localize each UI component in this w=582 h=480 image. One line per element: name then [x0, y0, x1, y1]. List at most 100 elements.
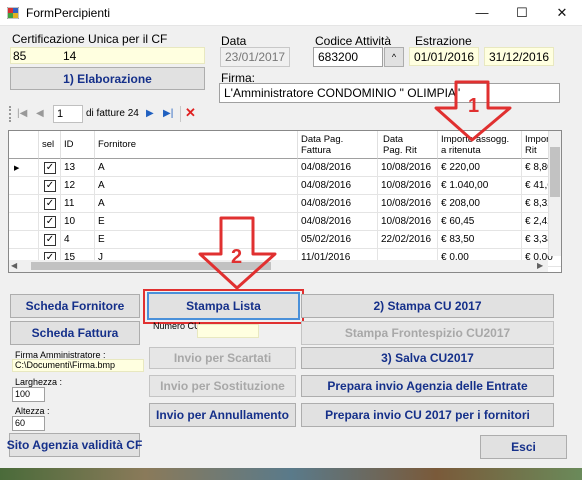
- column-header-id[interactable]: ID: [61, 131, 95, 159]
- maximize-button[interactable]: ☐: [502, 0, 542, 26]
- altezza-field[interactable]: 60: [12, 416, 45, 431]
- column-header-data-pag-rit[interactable]: Data Pag. Rit: [378, 131, 438, 159]
- annotation-number-1: 1: [468, 95, 480, 117]
- cu-label: Certificazione Unica per il CF: [12, 32, 168, 46]
- estrazione-label: Estrazione: [415, 34, 472, 48]
- cell-fornitore: A: [95, 159, 298, 177]
- chevron-up-icon: ^: [391, 52, 397, 62]
- invio-annullamento-button[interactable]: Invio per Annullamento: [149, 403, 296, 427]
- annotation-number-2: 2: [231, 246, 243, 268]
- stampa-cu-button[interactable]: 2) Stampa CU 2017: [301, 294, 554, 318]
- cell-sel[interactable]: ✓: [39, 195, 61, 213]
- grid-horizontal-scrollbar[interactable]: ◀ ▶: [9, 260, 548, 272]
- row-header: [9, 231, 39, 249]
- larghezza-label: Larghezza :: [15, 377, 63, 387]
- row-header: [9, 177, 39, 195]
- column-header-sel[interactable]: sel: [39, 131, 61, 159]
- cell-id: 4: [61, 231, 95, 249]
- data-label: Data: [221, 34, 247, 48]
- close-button[interactable]: ✕: [542, 0, 582, 26]
- cell-data-fattura: 04/08/2016: [298, 159, 378, 177]
- row-checkbox[interactable]: ✓: [44, 162, 56, 174]
- prepara-agenzia-button[interactable]: Prepara invio Agenzia delle Entrate: [301, 375, 554, 397]
- cu-value-start: 85: [13, 49, 27, 63]
- move-last-icon[interactable]: ▶|: [163, 108, 173, 119]
- scroll-thumb[interactable]: [550, 147, 560, 197]
- prepara-fornitori-button[interactable]: Prepara invio CU 2017 per i fornitori: [301, 403, 554, 427]
- cell-data-rit: 10/08/2016: [378, 159, 438, 177]
- fatture-grid[interactable]: sel ID Fornitore Data Pag. Fattura Data …: [8, 130, 562, 273]
- cell-data-fattura: 04/08/2016: [298, 213, 378, 231]
- scroll-left-icon[interactable]: ◀: [11, 261, 17, 270]
- firma-amministratore-field[interactable]: C:\Documenti\Firma.bmp: [12, 359, 144, 372]
- cell-importo: € 220,00: [438, 159, 522, 177]
- column-header-fornitore[interactable]: Fornitore: [95, 131, 298, 159]
- codice-field[interactable]: 683200: [313, 47, 383, 67]
- invio-scartati-button[interactable]: Invio per Scartati: [149, 347, 296, 369]
- row-checkbox[interactable]: ✓: [44, 198, 56, 210]
- cell-sel[interactable]: ✓: [39, 213, 61, 231]
- cell-fornitore: A: [95, 177, 298, 195]
- invio-sostituzione-button[interactable]: Invio per Sostituzione: [149, 375, 296, 397]
- cell-data-fattura: 04/08/2016: [298, 177, 378, 195]
- cell-sel[interactable]: ✓: [39, 177, 61, 195]
- cell-sel[interactable]: ✓: [39, 231, 61, 249]
- minimize-button[interactable]: —: [462, 0, 502, 26]
- record-count: di fatture 24: [86, 108, 139, 119]
- stampa-frontespizio-button[interactable]: Stampa Frontespizio CU2017: [301, 321, 554, 345]
- toolbar-separator: [180, 106, 181, 122]
- move-first-icon[interactable]: |◀: [17, 108, 27, 119]
- table-row[interactable]: ✓ 4 E 05/02/2016 22/02/2016 € 83,50 € 3,34: [9, 231, 561, 249]
- column-header-data-pag-fattura[interactable]: Data Pag. Fattura: [298, 131, 378, 159]
- cell-data-fattura: 05/02/2016: [298, 231, 378, 249]
- scheda-fattura-button[interactable]: Scheda Fattura: [10, 321, 140, 345]
- current-row-icon: ▶: [14, 165, 20, 172]
- row-header-corner: [9, 131, 39, 159]
- stampa-lista-highlight: [143, 289, 304, 324]
- cell-importo: € 60,45: [438, 213, 522, 231]
- cell-id: 10: [61, 213, 95, 231]
- sito-agenzia-button[interactable]: Sito Agenzia validità CF: [7, 433, 142, 457]
- row-header: [9, 195, 39, 213]
- row-header: [9, 213, 39, 231]
- table-row[interactable]: ✓ 12 A 04/08/2016 10/08/2016 € 1.040,00 € 41,6…: [9, 177, 561, 195]
- cell-id: 12: [61, 177, 95, 195]
- cu-field[interactable]: 85 14: [10, 47, 205, 64]
- cell-importo: € 83,50: [438, 231, 522, 249]
- position-field[interactable]: 1: [53, 105, 83, 123]
- row-header: ▶: [9, 159, 39, 177]
- cell-id: 13: [61, 159, 95, 177]
- cell-data-fattura: 04/08/2016: [298, 195, 378, 213]
- scroll-right-icon[interactable]: ▶: [537, 261, 543, 270]
- codice-label: Codice Attività: [315, 34, 392, 48]
- cell-fornitore: A: [95, 195, 298, 213]
- estrazione-to-field[interactable]: 31/12/2016: [484, 47, 554, 66]
- cell-data-rit: 10/08/2016: [378, 177, 438, 195]
- data-field[interactable]: 23/01/2017: [220, 47, 290, 67]
- codice-dropdown-button[interactable]: ^: [384, 47, 404, 67]
- grid-vertical-scrollbar[interactable]: [548, 131, 561, 256]
- table-row[interactable]: ▶ ✓ 13 A 04/08/2016 10/08/2016 € 220,00 € 8,80: [9, 159, 561, 177]
- row-checkbox[interactable]: ✓: [44, 216, 56, 228]
- cell-data-rit: 22/02/2016: [378, 231, 438, 249]
- row-checkbox[interactable]: ✓: [44, 234, 56, 246]
- salva-cu-button[interactable]: 3) Salva CU2017: [301, 347, 554, 369]
- table-row[interactable]: ✓ 11 A 04/08/2016 10/08/2016 € 208,00 € 8,32: [9, 195, 561, 213]
- table-row[interactable]: ✓ 10 E 04/08/2016 10/08/2016 € 60,45 € 2,42: [9, 213, 561, 231]
- cell-sel[interactable]: ✓: [39, 159, 61, 177]
- numero-cu-label: Numero CU: [153, 321, 201, 331]
- elaborazione-button[interactable]: 1) Elaborazione: [10, 67, 205, 90]
- estrazione-from-field[interactable]: 01/01/2016: [409, 47, 479, 66]
- larghezza-field[interactable]: 100: [12, 387, 45, 402]
- row-checkbox[interactable]: ✓: [44, 180, 56, 192]
- move-previous-icon[interactable]: ◀: [36, 108, 44, 119]
- cell-data-rit: 10/08/2016: [378, 213, 438, 231]
- scheda-fornitore-button[interactable]: Scheda Fornitore: [10, 294, 140, 318]
- move-next-icon[interactable]: ▶: [146, 108, 154, 119]
- cell-importo: € 1.040,00: [438, 177, 522, 195]
- delete-icon[interactable]: ✕: [185, 105, 196, 121]
- window-title: FormPercipienti: [26, 6, 111, 20]
- cell-data-rit: 10/08/2016: [378, 195, 438, 213]
- esci-button[interactable]: Esci: [480, 435, 567, 459]
- numero-cu-field[interactable]: [197, 324, 259, 338]
